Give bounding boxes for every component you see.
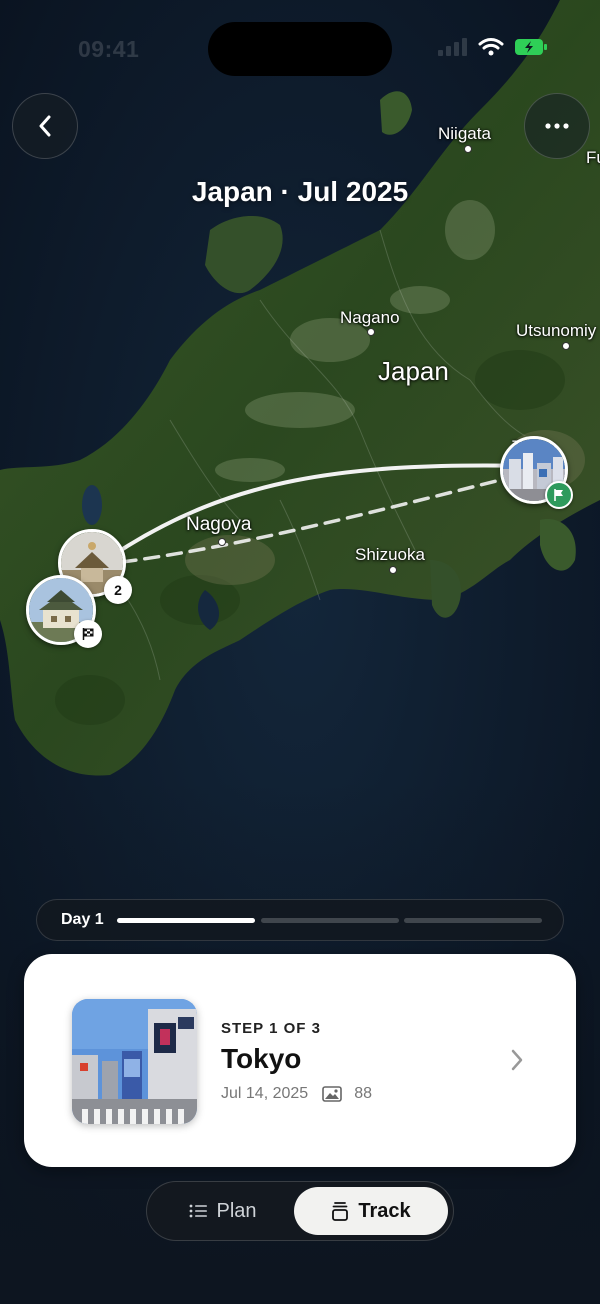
tab-track[interactable]: Track	[294, 1187, 448, 1235]
day-label: Day 1	[61, 911, 104, 928]
more-options-button[interactable]	[524, 93, 590, 159]
stack-icon	[332, 1202, 349, 1221]
step-title: Tokyo	[221, 1043, 302, 1074]
day-progress-bar[interactable]: Day 1	[36, 899, 564, 941]
step-thumbnail	[72, 999, 197, 1124]
step-counter: STEP 1 OF 3	[221, 1020, 321, 1037]
bottom-tab-bar: Plan Track	[146, 1181, 454, 1241]
chevron-left-icon	[39, 115, 51, 137]
list-icon	[190, 1204, 208, 1218]
trip-title: Japan · Jul 2025	[191, 176, 409, 207]
shibuya-photo	[72, 999, 197, 1124]
tab-plan-label: Plan	[216, 1199, 257, 1222]
back-button[interactable]	[12, 93, 78, 159]
step-card[interactable]: STEP 1 OF 3 Tokyo Jul 14, 2025 88	[24, 954, 576, 1167]
day-progress-segment-2	[261, 918, 399, 923]
status-icons	[438, 38, 548, 56]
map-label-fu: Fu	[586, 148, 600, 167]
finish-flag-icon	[74, 620, 102, 648]
day-progress-segment-1	[117, 918, 255, 923]
map-label-country: Japan	[378, 356, 449, 386]
step-date: Jul 14, 2025	[221, 1085, 309, 1102]
step-meta: Jul 14, 2025 88	[221, 1085, 372, 1103]
tab-track-label: Track	[358, 1199, 411, 1222]
dynamic-island	[208, 22, 392, 76]
wifi-icon	[478, 38, 504, 56]
chevron-right-icon[interactable]	[510, 1048, 524, 1072]
pin-count-badge: 2	[104, 576, 132, 604]
photo-icon	[322, 1086, 342, 1102]
battery-charging-icon	[515, 39, 547, 55]
photo-count: 88	[354, 1085, 372, 1102]
day-progress-segment-3	[404, 918, 542, 923]
ellipsis-icon	[545, 123, 569, 129]
status-bar: 09:41	[0, 0, 600, 90]
tab-plan[interactable]: Plan	[153, 1187, 293, 1235]
status-time: 09:41	[78, 36, 140, 62]
start-flag-icon	[545, 481, 573, 509]
cellular-signal-icon	[438, 38, 467, 56]
